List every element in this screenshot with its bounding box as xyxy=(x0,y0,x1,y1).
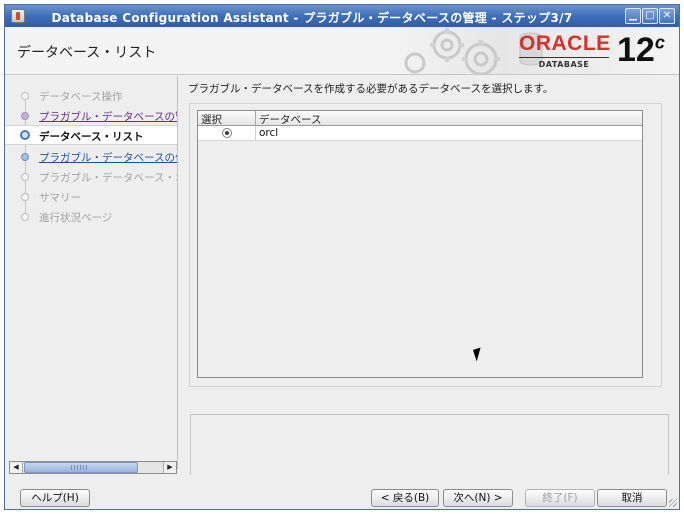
step-label: 進行状況ページ xyxy=(39,212,113,224)
close-button[interactable]: ✕ xyxy=(659,8,675,24)
step-indicator-icon xyxy=(21,153,29,161)
instruction-text: プラガブル・データベースを作成する必要があるデータベースを選択します。 xyxy=(188,83,554,95)
help-button[interactable]: ヘルプ(H) xyxy=(20,489,90,507)
select-radio-button[interactable] xyxy=(222,128,232,138)
next-button[interactable]: 次へ(N) > xyxy=(443,489,513,507)
minimize-button[interactable]: ▁ xyxy=(625,8,641,24)
step-manage-pluggable-db[interactable]: プラガブル・データベースの管 xyxy=(5,106,177,126)
window-title: Database Configuration Assistant - プラガブル… xyxy=(51,11,573,25)
step-label: プラガブル・データベース・オ xyxy=(39,172,178,184)
scroll-left-icon[interactable]: ◀ xyxy=(10,462,23,473)
step-indicator-icon xyxy=(21,173,29,181)
maximize-button[interactable]: □ xyxy=(642,8,658,24)
step-label: サマリー xyxy=(39,192,81,204)
step-progress-page: 進行状況ページ xyxy=(5,207,177,227)
resize-grip-icon[interactable] xyxy=(669,499,677,507)
scroll-right-icon[interactable]: ▶ xyxy=(163,462,176,473)
table-header: 選択 データベース xyxy=(198,111,642,126)
version-suffix: c xyxy=(654,32,665,53)
step-database-operation: データベース操作 xyxy=(5,86,177,106)
finish-button[interactable]: 終了(F) xyxy=(525,489,595,507)
database-name-cell[interactable]: orcl xyxy=(259,127,278,139)
page-header: データベース・リスト ORACLE DATABASE 12c xyxy=(5,27,679,75)
steps-navigation: データベース操作 プラガブル・データベースの管 データベース・リスト プラガブル… xyxy=(5,76,178,469)
step-create-pluggable-db[interactable]: プラガブル・データベースの作 xyxy=(5,147,177,167)
back-button[interactable]: < 戻る(B) xyxy=(371,489,439,507)
current-step-indicator-icon xyxy=(20,130,30,140)
step-summary: サマリー xyxy=(5,187,177,207)
step-indicator-icon xyxy=(21,112,29,120)
step-pluggable-db-options: プラガブル・データベース・オ xyxy=(5,167,178,187)
version-number: 12 xyxy=(617,31,655,69)
cancel-button[interactable]: 取消 xyxy=(597,489,667,507)
column-divider[interactable] xyxy=(255,111,256,126)
step-label[interactable]: プラガブル・データベースの管 xyxy=(39,109,177,124)
title-bar[interactable]: Database Configuration Assistant - プラガブル… xyxy=(5,5,679,27)
database-table[interactable]: 選択 データベース orcl xyxy=(197,110,643,378)
steps-horizontal-scrollbar[interactable]: ◀ ▶ xyxy=(9,461,177,474)
button-bar: ヘルプ(H) < 戻る(B) 次へ(N) > 終了(F) 取消 xyxy=(5,475,679,509)
step-label: データベース操作 xyxy=(39,91,123,103)
oracle-wordmark: ORACLE xyxy=(519,32,611,55)
column-header-select[interactable]: 選択 xyxy=(201,112,222,127)
database-wordmark: DATABASE xyxy=(519,57,609,69)
step-label[interactable]: プラガブル・データベースの作 xyxy=(39,150,177,165)
step-database-list: データベース・リスト xyxy=(5,125,177,145)
page-title: データベース・リスト xyxy=(17,45,157,61)
scrollbar-thumb[interactable] xyxy=(24,462,138,473)
table-row[interactable]: orcl xyxy=(198,126,642,141)
version-badge: 12c xyxy=(617,30,665,70)
column-header-database[interactable]: データベース xyxy=(259,112,321,127)
cell-divider xyxy=(255,126,256,141)
step-indicator-icon xyxy=(21,193,29,201)
content-panel: プラガブル・データベースを作成する必要があるデータベースを選択します。 選択 デ… xyxy=(182,76,679,478)
oracle-logo: ORACLE DATABASE xyxy=(519,32,611,69)
step-indicator-icon xyxy=(21,92,29,100)
step-indicator-icon xyxy=(21,213,29,221)
message-area xyxy=(190,414,669,478)
step-label: データベース・リスト xyxy=(39,131,144,143)
dbca-window: Database Configuration Assistant - プラガブル… xyxy=(4,4,680,510)
